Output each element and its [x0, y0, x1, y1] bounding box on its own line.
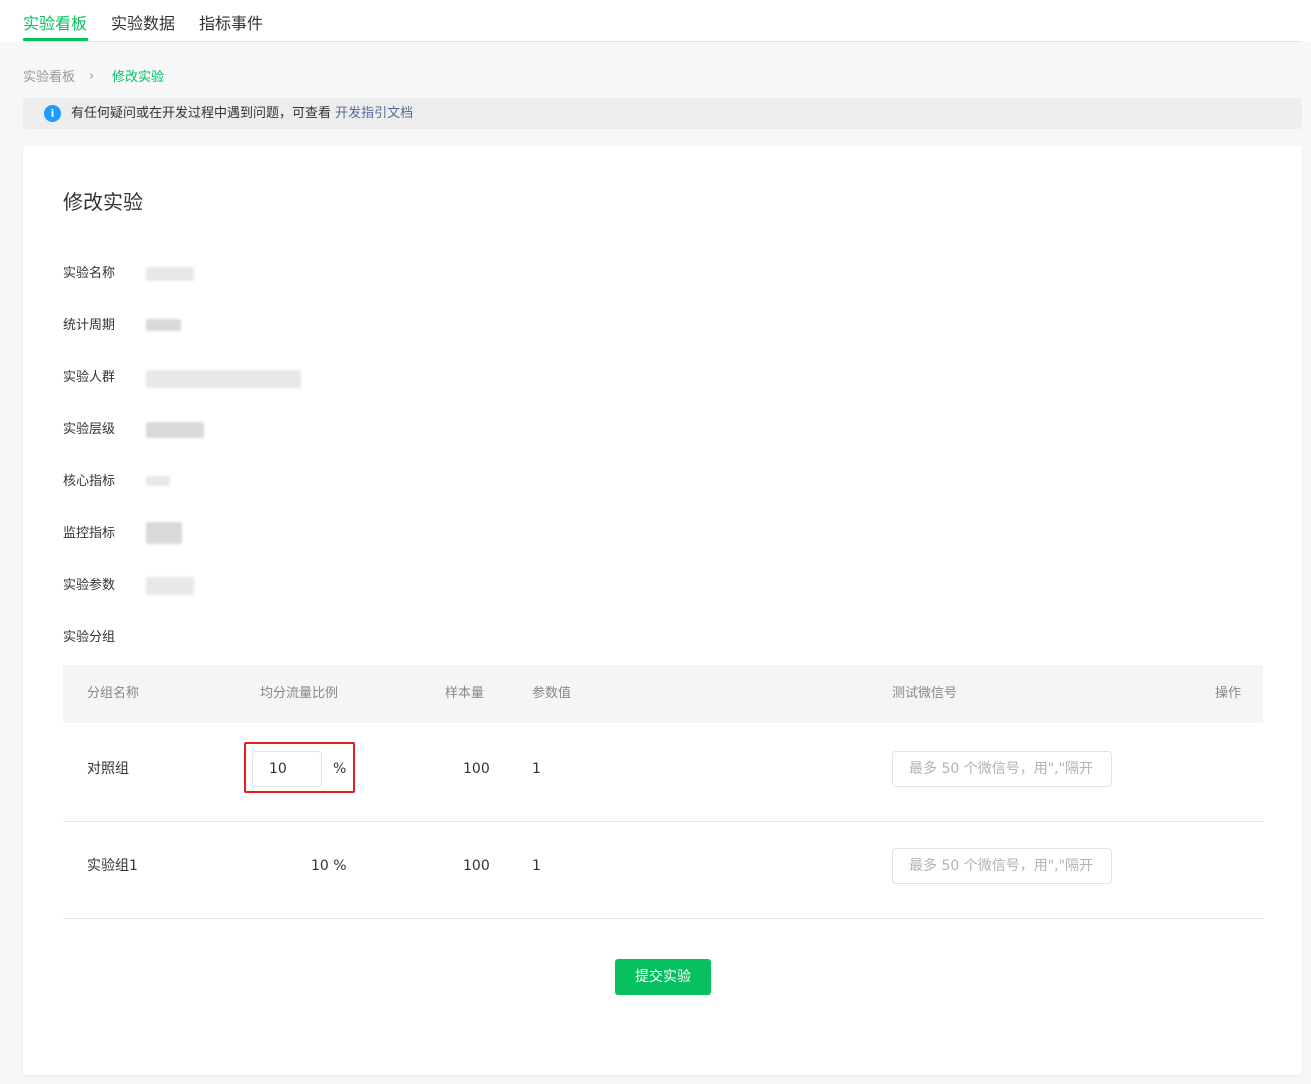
row-divider [63, 821, 1263, 822]
submit-experiment-button[interactable]: 提交实验 [615, 959, 711, 995]
breadcrumb-current: 修改实验 [112, 70, 165, 85]
groups-table-header: 分组名称 均分流量比例 样本量 参数值 测试微信号 操作 [63, 665, 1263, 723]
field-label-groups: 实验分组 [63, 630, 116, 645]
notice-text: 有任何疑问或在开发过程中遇到问题，可查看 开发指引文档 [71, 105, 413, 122]
field-label-name: 实验名称 [63, 266, 116, 281]
row1-wechat-input[interactable]: 最多 50 个微信号，用","隔开 [892, 751, 1112, 787]
row-divider [63, 918, 1263, 919]
row2-group-name: 实验组1 [87, 858, 138, 874]
col-actions: 操作 [1215, 686, 1242, 701]
top-tab-bar: 实验看板 实验数据 指标事件 [0, 0, 1311, 42]
tab-experiment-data[interactable]: 实验数据 [111, 14, 175, 34]
col-test-wechat: 测试微信号 [892, 686, 958, 701]
redacted-value [146, 422, 204, 438]
redacted-value [146, 267, 194, 281]
redacted-value [146, 577, 194, 595]
col-sample: 样本量 [445, 686, 485, 701]
edit-experiment-card: 修改实验 实验名称 统计周期 实验人群 实验层级 核心指标 监控指标 实验参数 … [23, 146, 1302, 1075]
tab-divider [23, 41, 1301, 42]
tab-metric-events[interactable]: 指标事件 [199, 14, 263, 34]
row2-param: 1 [532, 858, 541, 874]
redacted-value [146, 319, 181, 331]
redacted-value [146, 476, 170, 486]
col-group-name: 分组名称 [87, 686, 140, 701]
field-label-core-metric: 核心指标 [63, 474, 116, 489]
row1-param: 1 [532, 761, 541, 777]
col-ratio: 均分流量比例 [260, 686, 339, 701]
dev-guide-link[interactable]: 开发指引文档 [335, 106, 413, 121]
redacted-value [146, 370, 301, 388]
row1-sample: 100 [463, 761, 490, 777]
col-param: 参数值 [532, 686, 572, 701]
redacted-value [146, 522, 182, 544]
ratio-unit: % [333, 761, 347, 777]
row2-wechat-input[interactable]: 最多 50 个微信号，用","隔开 [892, 848, 1112, 884]
row2-sample: 100 [463, 858, 490, 874]
tab-experiment-board[interactable]: 实验看板 [23, 14, 87, 34]
page-title: 修改实验 [63, 190, 143, 214]
chevron-right-icon: › [89, 69, 95, 84]
row1-group-name: 对照组 [87, 761, 129, 777]
ratio-input[interactable]: 10 [252, 751, 322, 787]
field-label-monitor-metric: 监控指标 [63, 526, 116, 541]
breadcrumb-home[interactable]: 实验看板 [23, 70, 75, 86]
field-label-audience: 实验人群 [63, 370, 116, 385]
field-label-period: 统计周期 [63, 318, 116, 333]
field-label-layer: 实验层级 [63, 422, 116, 437]
info-icon: i [44, 105, 61, 122]
notice-bar: i 有任何疑问或在开发过程中遇到问题，可查看 开发指引文档 [23, 98, 1302, 129]
field-label-params: 实验参数 [63, 578, 116, 593]
row2-ratio: 10 % [311, 858, 347, 874]
notice-message: 有任何疑问或在开发过程中遇到问题，可查看 [71, 106, 336, 121]
